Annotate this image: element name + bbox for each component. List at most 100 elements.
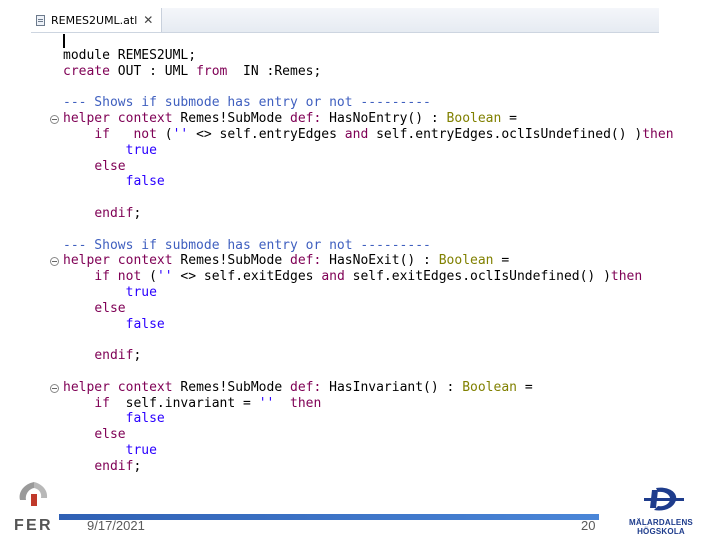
code-token: ; <box>133 458 142 474</box>
code-line: endif; <box>63 348 674 364</box>
fold-marker-icon[interactable] <box>50 257 59 267</box>
code-token: = <box>501 111 517 127</box>
code-token: then <box>642 126 674 142</box>
code-token: then <box>290 395 322 411</box>
code-token: false <box>125 174 165 190</box>
code-line: false <box>63 411 674 427</box>
code-token: and <box>344 126 369 142</box>
code-line: false <box>63 317 674 333</box>
editor-tab[interactable]: REMES2UML.atl ✕ <box>31 8 162 32</box>
code-token: Remes!SubMode <box>172 111 290 127</box>
code-token: and <box>321 269 345 285</box>
code-token: Boolean <box>446 111 502 127</box>
mdh-logo: MÄLARDALENS HÖGSKOLA <box>606 484 716 536</box>
code-token: if <box>94 269 110 285</box>
file-icon <box>36 14 45 26</box>
code-line: else <box>63 159 674 175</box>
code-token: ( <box>156 126 173 142</box>
code-token: endif <box>94 205 134 221</box>
code-line: endif; <box>63 206 674 222</box>
code-line: if self.invariant = '' then <box>63 396 674 412</box>
svg-text:F: F <box>14 517 24 534</box>
code-token: def: <box>290 111 322 127</box>
code-line: --- Shows if submode has entry or not --… <box>63 238 674 254</box>
code-line: module REMES2UML; <box>63 48 674 64</box>
code-line: endif; <box>63 459 674 475</box>
code-token: '' <box>258 395 275 411</box>
code-token: module REMES2UML; <box>63 48 197 63</box>
code-line: if not ('' <> self.exitEdges and self.ex… <box>63 269 674 285</box>
code-token: context <box>117 111 173 127</box>
code-line: helper context Remes!SubMode def: HasInv… <box>63 380 674 396</box>
code-token: HasInvariant() : <box>321 379 463 395</box>
code-line: else <box>63 427 674 443</box>
code-line: else <box>63 301 674 317</box>
editor-tab-bar: REMES2UML.atl ✕ <box>31 8 659 33</box>
code-token: false <box>125 316 165 332</box>
code-token: helper <box>63 379 110 395</box>
fold-marker-icon[interactable] <box>50 383 59 393</box>
code-line: create OUT : UML from IN :Remes; <box>63 64 674 80</box>
code-token: context <box>117 379 173 395</box>
page-number: 20 <box>581 518 596 533</box>
tab-label: REMES2UML.atl <box>51 13 138 27</box>
code-token: OUT : UML <box>109 63 197 79</box>
code-token: else <box>94 300 126 316</box>
code-token: self.exitEdges.oclIsUndefined() ) <box>344 269 611 285</box>
code-token: <> self.entryEdges <box>188 126 345 142</box>
code-token: --- Shows if submode has entry or not --… <box>63 237 431 253</box>
code-area[interactable]: module REMES2UML; create OUT : UML from I… <box>63 48 674 475</box>
code-token: --- Shows if submode has entry or not --… <box>63 95 431 111</box>
code-token: <> self.exitEdges <box>172 269 322 285</box>
svg-text:R: R <box>39 517 51 534</box>
code-line: if not ('' <> self.entryEdges and self.e… <box>63 126 674 143</box>
footer-date: 9/17/2021 <box>87 518 145 533</box>
code-token: HasNoEntry() : <box>321 111 447 127</box>
code-token: endif <box>94 458 134 474</box>
code-token: endif <box>94 348 134 364</box>
code-token: '' <box>172 126 189 142</box>
code-line: true <box>63 143 674 159</box>
code-token: = <box>493 253 510 269</box>
fer-logo: F E R <box>12 478 56 536</box>
fold-marker-icon[interactable] <box>50 115 59 125</box>
code-token: if <box>94 395 110 411</box>
code-token: context <box>117 253 173 269</box>
code-token: if <box>94 126 110 142</box>
code-token: ( <box>141 269 157 285</box>
code-token: true <box>125 442 157 458</box>
code-token: IN :Remes; <box>227 63 322 79</box>
svg-text:E: E <box>26 517 37 534</box>
editor-gutter <box>31 33 59 512</box>
code-token: HasNoExit() : <box>321 253 439 269</box>
code-line: helper context Remes!SubMode def: HasNoE… <box>63 111 674 127</box>
code-token: true <box>125 284 157 300</box>
code-token: Boolean <box>438 253 494 269</box>
mdh-logo-text: MÄLARDALENS HÖGSKOLA <box>629 518 693 536</box>
code-token: helper <box>63 253 110 269</box>
code-token: ; <box>133 205 142 221</box>
close-icon[interactable]: ✕ <box>143 14 153 26</box>
code-editor[interactable]: REMES2UML.atl ✕ module REMES2UML; create … <box>31 8 674 512</box>
